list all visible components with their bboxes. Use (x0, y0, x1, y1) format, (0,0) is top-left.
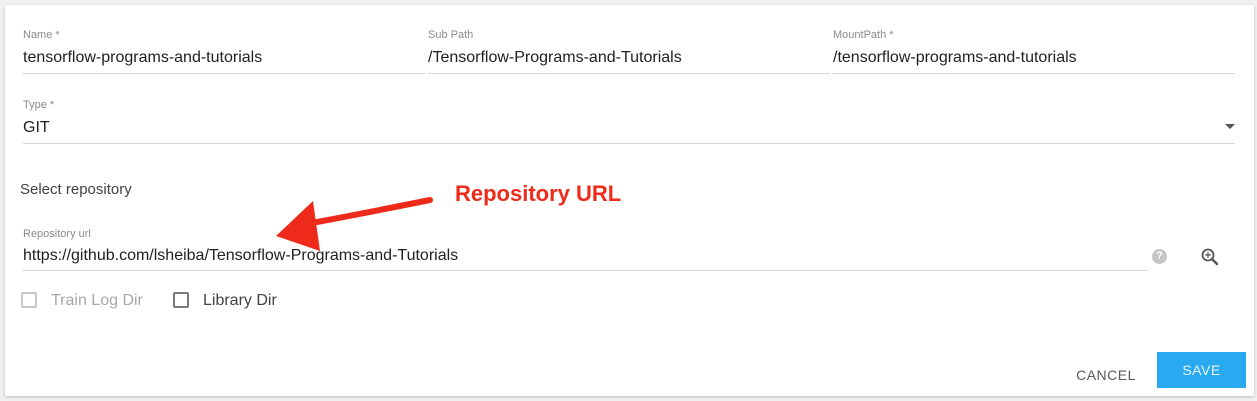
type-label: Type * (23, 99, 55, 111)
search-icon[interactable] (1200, 247, 1220, 267)
annotation-label: Repository URL (455, 181, 622, 206)
library-dir-checkbox[interactable]: Library Dir (173, 292, 293, 312)
sub-path-field[interactable]: Sub Path /Tensorflow-Programs-and-Tutori… (428, 29, 830, 79)
train-log-dir-label: Train Log Dir (51, 292, 143, 309)
select-repository-title: Select repository (20, 181, 132, 198)
type-value: GIT (23, 119, 50, 136)
name-underline (23, 73, 425, 74)
cancel-button[interactable]: CANCEL (1067, 357, 1145, 393)
mount-path-field[interactable]: MountPath * /tensorflow-programs-and-tut… (833, 29, 1235, 79)
library-dir-label: Library Dir (203, 292, 277, 309)
type-underline (23, 143, 1235, 144)
sub-path-underline (428, 73, 830, 74)
save-button[interactable]: SAVE (1157, 352, 1246, 388)
repository-url-label: Repository url (23, 228, 91, 240)
repository-url-input[interactable]: https://github.com/lsheiba/Tensorflow-Pr… (23, 247, 458, 265)
train-log-dir-checkbox[interactable]: Train Log Dir (21, 292, 161, 312)
dropdown-arrow-icon[interactable] (1225, 124, 1235, 129)
name-label: Name * (23, 29, 60, 41)
sub-path-label: Sub Path (428, 29, 474, 41)
library-dir-box[interactable] (173, 292, 189, 308)
train-log-dir-box[interactable] (21, 292, 37, 308)
sub-path-input[interactable]: /Tensorflow-Programs-and-Tutorials (428, 49, 682, 67)
mount-path-label: MountPath * (833, 29, 894, 41)
form-card: Name * tensorflow-programs-and-tutorials… (5, 5, 1254, 396)
name-input[interactable]: tensorflow-programs-and-tutorials (23, 49, 262, 67)
help-icon[interactable]: ? (1152, 249, 1167, 264)
type-select[interactable]: Type * GIT (23, 99, 1235, 149)
repository-url-underline (23, 270, 1148, 271)
repository-url-field[interactable]: Repository url https://github.com/lsheib… (23, 228, 1148, 274)
name-field[interactable]: Name * tensorflow-programs-and-tutorials (23, 29, 425, 79)
mount-path-underline (833, 73, 1235, 74)
mount-path-input[interactable]: /tensorflow-programs-and-tutorials (833, 49, 1077, 67)
